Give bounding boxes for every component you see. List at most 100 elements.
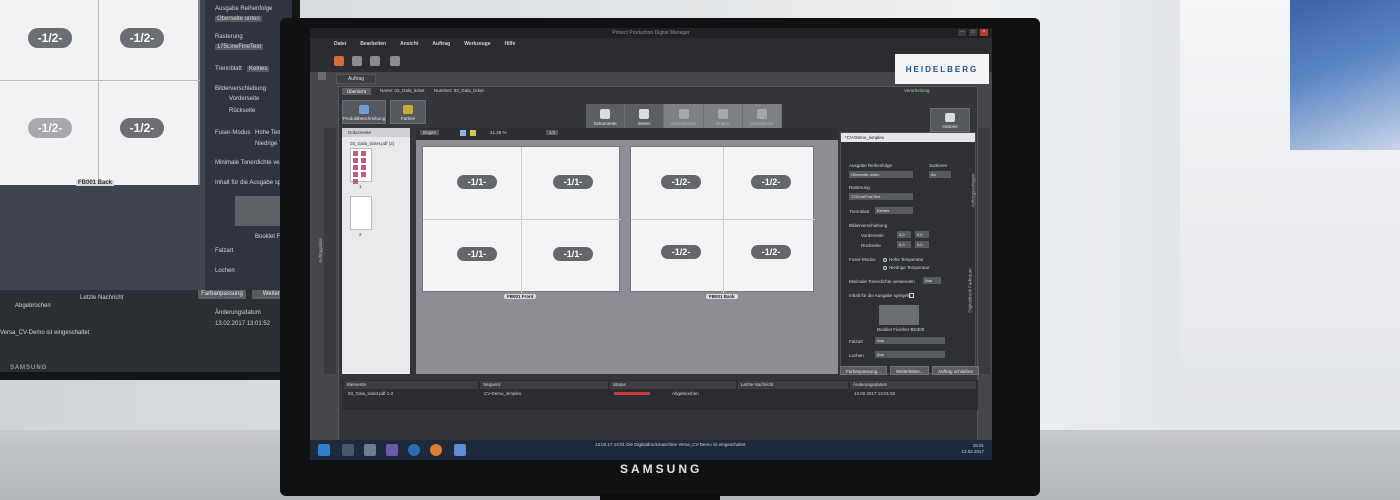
left-page-pill: -1/2- — [120, 28, 164, 48]
right-vertical-sidebar[interactable]: Auftragsvorlagen Digitaldruck Farbraum — [968, 128, 990, 374]
trennblatt-select[interactable]: Keines — [875, 207, 913, 214]
monitor-stand — [600, 494, 720, 500]
browser-icon[interactable] — [408, 444, 420, 456]
table-header[interactable]: Elemente — [344, 381, 478, 389]
tab-overview[interactable]: Übersicht — [342, 88, 372, 95]
close-job-button[interactable]: Auftrag schließen — [932, 366, 980, 375]
mirror-checkbox[interactable] — [909, 293, 914, 298]
zoom-value[interactable]: 41.28 % — [490, 130, 507, 135]
step-label: Seiten — [637, 120, 651, 126]
left-panel-row[interactable]: Oberseite unten — [215, 16, 262, 22]
page-thumbnail[interactable] — [350, 196, 372, 230]
color-adjust-button[interactable]: Farbanpassung... — [840, 366, 888, 375]
forward-button[interactable]: Weiterleiten... — [890, 366, 930, 375]
device-profile-title[interactable]: *CV-Demo_simplex — [841, 133, 975, 142]
job-table: Elemente Sequenz Status Letzte Nachricht… — [342, 380, 978, 410]
colors-button[interactable]: Farben — [390, 100, 426, 124]
rasterung-select[interactable]: 175LineFineText — [849, 193, 913, 200]
left-table-cell: 13.02.2017 13:01:52 — [215, 321, 271, 327]
menu-bearbeiten[interactable]: Bearbeiten — [360, 41, 386, 47]
step-digital-print[interactable]: Digitaldruck — [742, 104, 783, 130]
view-toolbar: Bogen 41.28 % 1/2 — [416, 128, 838, 140]
fuser-high-label: Hohe Temperatur — [889, 257, 924, 262]
left-panel-row[interactable]: Niedrige T — [255, 141, 283, 147]
explorer-icon[interactable] — [342, 444, 354, 456]
select-tool-icon[interactable] — [460, 130, 466, 136]
app-icon[interactable] — [386, 444, 398, 456]
fuser-high-option[interactable]: Hohe Temperatur — [883, 257, 924, 262]
shift-front-y[interactable]: 0,0 — [915, 231, 929, 238]
left-panel-row: Vorderseite — [229, 96, 260, 102]
page-thumbnail[interactable] — [350, 148, 372, 184]
left-panel-row[interactable]: Keines — [247, 66, 270, 72]
product-icon — [359, 105, 369, 114]
front-sheet-label: FB001 Front — [504, 294, 537, 299]
minimize-button[interactable]: – — [958, 29, 966, 36]
menu-auftrag[interactable]: Auftrag — [432, 41, 450, 47]
step-documents[interactable]: Dokumente — [586, 104, 626, 130]
toner-select[interactable]: Aus — [923, 277, 941, 284]
left-color-button[interactable]: Farbanpassung — [198, 290, 246, 299]
toner-label: Minimale Tonerdichte verwenden — [849, 279, 915, 284]
sidebar-label: Digitaldruck Farbraum — [967, 268, 973, 313]
output-order-select[interactable]: Oberseite unten — [849, 171, 913, 178]
fuser-label: Fuser-Modus — [849, 257, 876, 262]
step-sheets[interactable]: Bögen — [703, 104, 743, 130]
sort-select[interactable]: An — [929, 171, 951, 178]
table-header[interactable]: Sequenz — [480, 381, 608, 389]
punch-select[interactable]: Aus — [875, 351, 945, 358]
menu-hilfe[interactable]: Hilfe — [505, 41, 516, 47]
product-description-button[interactable]: Produktbeschreibung — [342, 100, 386, 124]
prinect-icon[interactable] — [454, 444, 466, 456]
left-vertical-sidebar[interactable]: Auftragsliste — [318, 128, 336, 374]
output-order-label: Ausgabe Reihenfolge — [849, 163, 893, 168]
fuser-low-label: Niedrige Temperatur — [889, 265, 930, 270]
left-panel-row: Rückseite — [229, 108, 256, 114]
shift-label: Bilderverschiebung — [849, 223, 888, 228]
radio-icon — [883, 257, 887, 262]
menu-ansicht[interactable]: Ansicht — [400, 41, 418, 47]
shift-back-x[interactable]: 0,0 — [897, 241, 911, 248]
fold-select[interactable]: Aus — [875, 337, 945, 344]
view-dropdown[interactable]: Bogen — [420, 130, 440, 135]
front-sheet[interactable]: -1/1- -1/1- -1/1- -1/1- — [422, 146, 621, 293]
job-number-label: Nummer: 03_Gala_ticket — [434, 88, 484, 93]
expand-icon[interactable] — [318, 72, 326, 80]
back-sheet[interactable]: -1/2- -1/2- -1/2- -1/2- — [630, 146, 815, 293]
left-panel-row[interactable]: 175LineFineText — [215, 44, 264, 50]
main-monitor-screen: Prinect Production Digital Manager – □ ×… — [310, 28, 992, 460]
table-header[interactable]: Änderungsdatum — [850, 381, 976, 389]
shift-back-y[interactable]: 0,0 — [915, 241, 929, 248]
history-button[interactable]: Historie — [930, 108, 970, 132]
document-file[interactable]: 03_Gala_ticket.pdf (2) — [342, 141, 410, 146]
job-name-label: Name: 03_Gala_ticket — [380, 88, 425, 93]
table-header[interactable]: Status — [610, 381, 736, 389]
files-icon[interactable] — [364, 444, 376, 456]
close-button[interactable]: × — [980, 29, 988, 36]
left-panel-row[interactable]: Hohe Tem — [255, 130, 282, 136]
step-imposition[interactable]: Ausschießen — [664, 104, 704, 130]
firefox-icon[interactable] — [430, 444, 442, 456]
start-icon[interactable] — [318, 444, 330, 456]
step-label: Digitaldruck — [750, 120, 774, 126]
pen-tool-icon[interactable] — [470, 130, 476, 136]
archive-icon[interactable] — [390, 56, 400, 66]
main-toolbar — [310, 50, 992, 72]
open-job-icon[interactable] — [352, 56, 362, 66]
menu-bar: Datei Bearbeiten Ansicht Auftrag Werkzeu… — [310, 38, 992, 50]
fuser-low-option[interactable]: Niedrige Temperatur — [883, 265, 930, 270]
page-field[interactable]: 1/2 — [546, 130, 559, 135]
print-icon[interactable] — [370, 56, 380, 66]
table-cell[interactable]: 03_Gala_ticket.pdf 1-2 — [348, 391, 393, 396]
maximize-button[interactable]: □ — [969, 29, 977, 36]
tab-auftrag[interactable]: Auftrag — [336, 74, 376, 84]
left-panel-row: Ausgabe Reihenfolge — [215, 6, 273, 12]
menu-werkzeuge[interactable]: Werkzeuge — [464, 41, 490, 47]
left-table-cell: Abgebrochen — [15, 303, 51, 309]
new-job-icon[interactable] — [334, 56, 344, 66]
table-header[interactable]: Letzte Nachricht — [738, 381, 848, 389]
step-pages[interactable]: Seiten — [625, 104, 665, 130]
menu-datei[interactable]: Datei — [334, 41, 346, 47]
shift-front-x[interactable]: 0,0 — [897, 231, 911, 238]
left-table-header: Letzte Nachricht — [80, 295, 124, 301]
